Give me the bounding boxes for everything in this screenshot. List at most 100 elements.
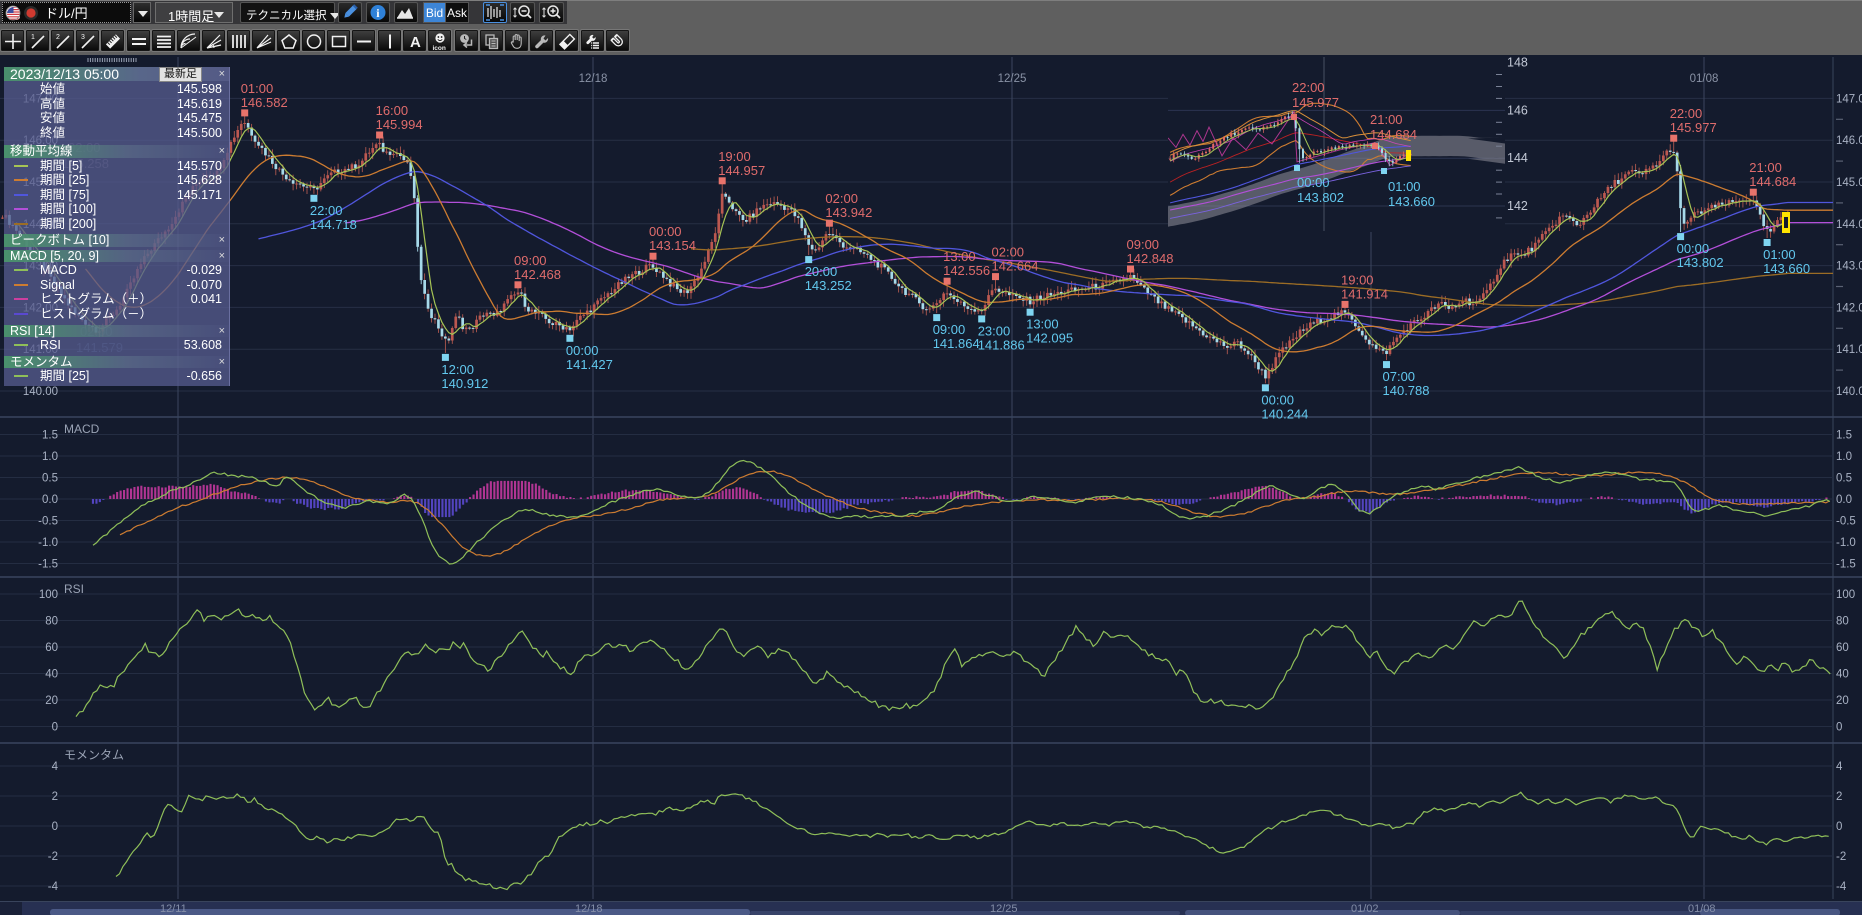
- svg-text:140.00: 140.00: [23, 386, 58, 398]
- svg-text:02:00: 02:00: [992, 245, 1025, 260]
- svg-text:07:00: 07:00: [1383, 369, 1416, 384]
- svg-text:0: 0: [1836, 722, 1842, 734]
- svg-text:13:00: 13:00: [1026, 317, 1059, 332]
- svg-text:icon: icon: [432, 45, 445, 51]
- svg-text:40: 40: [1836, 669, 1849, 681]
- svg-text:02:00: 02:00: [825, 191, 858, 206]
- svg-text:2: 2: [56, 34, 60, 41]
- svg-text:-1.0: -1.0: [1836, 537, 1856, 549]
- svg-text:2: 2: [1836, 791, 1842, 803]
- svg-text:143.00: 143.00: [1836, 261, 1862, 273]
- svg-text:145.994: 145.994: [376, 117, 423, 132]
- svg-text:0.5: 0.5: [1836, 473, 1852, 485]
- svg-text:16:00: 16:00: [376, 103, 409, 118]
- svg-text:142.664: 142.664: [992, 259, 1039, 274]
- svg-text:144.957: 144.957: [718, 163, 765, 178]
- svg-text:142.00: 142.00: [1836, 302, 1862, 314]
- svg-text:144.718: 144.718: [310, 217, 357, 232]
- svg-text:A: A: [410, 34, 421, 51]
- svg-text:-0.5: -0.5: [1836, 516, 1856, 528]
- svg-text:-2: -2: [48, 851, 58, 863]
- svg-text:1.5: 1.5: [42, 430, 58, 442]
- svg-text:143.154: 143.154: [649, 238, 696, 253]
- svg-text:09:00: 09:00: [933, 322, 966, 337]
- svg-text:01:00: 01:00: [241, 81, 274, 96]
- svg-text:1.0: 1.0: [1836, 451, 1852, 463]
- svg-text:-1.5: -1.5: [38, 559, 58, 571]
- svg-text:21:00: 21:00: [1370, 112, 1403, 127]
- svg-text:142: 142: [1507, 199, 1528, 213]
- svg-text:145.977: 145.977: [1292, 95, 1339, 110]
- svg-text:09:00: 09:00: [1127, 237, 1160, 252]
- svg-text:147.00: 147.00: [1836, 93, 1862, 105]
- svg-text:-0.5: -0.5: [38, 516, 58, 528]
- svg-text:144.684: 144.684: [1749, 174, 1796, 189]
- svg-text:1: 1: [31, 34, 35, 41]
- svg-text:01:00: 01:00: [1763, 247, 1796, 262]
- svg-text:-1.5: -1.5: [1836, 559, 1856, 571]
- svg-text:0: 0: [1836, 821, 1842, 833]
- svg-text:144.00: 144.00: [1836, 219, 1862, 231]
- svg-text:142.848: 142.848: [1127, 251, 1174, 266]
- svg-text:0: 0: [52, 722, 58, 734]
- svg-text:22:00: 22:00: [1670, 106, 1703, 121]
- svg-text:3: 3: [81, 34, 85, 41]
- svg-text:141.914: 141.914: [1341, 286, 1388, 301]
- svg-text:20: 20: [1836, 695, 1849, 707]
- svg-text:143.802: 143.802: [1677, 255, 1724, 270]
- svg-text:144.684: 144.684: [1370, 127, 1417, 142]
- svg-text:146: 146: [1507, 103, 1528, 117]
- svg-text:142.468: 142.468: [514, 267, 561, 282]
- svg-text:20: 20: [45, 695, 58, 707]
- svg-text:80: 80: [45, 616, 58, 628]
- svg-text:146.00: 146.00: [1836, 135, 1862, 147]
- svg-text:140.788: 140.788: [1383, 383, 1430, 398]
- svg-text:-2: -2: [1836, 851, 1846, 863]
- svg-text:モメンタム: モメンタム: [64, 748, 124, 762]
- svg-text:00:00: 00:00: [649, 224, 682, 239]
- svg-text:142.556: 142.556: [943, 263, 990, 278]
- svg-text:22:00: 22:00: [310, 203, 343, 218]
- svg-text:00:00: 00:00: [566, 343, 599, 358]
- svg-text:142.095: 142.095: [1026, 331, 1073, 346]
- svg-text:0.0: 0.0: [1836, 494, 1852, 506]
- svg-text:-1.0: -1.0: [38, 537, 58, 549]
- svg-text:146.582: 146.582: [241, 95, 288, 110]
- svg-text:12/25: 12/25: [998, 73, 1027, 85]
- svg-text:MACD: MACD: [64, 422, 100, 436]
- svg-text:23:00: 23:00: [978, 323, 1011, 338]
- svg-text:80: 80: [1836, 616, 1849, 628]
- svg-text:4: 4: [52, 761, 59, 773]
- svg-text:RSI: RSI: [64, 582, 84, 596]
- svg-text:1.0: 1.0: [42, 451, 58, 463]
- svg-text:0: 0: [52, 821, 58, 833]
- svg-text:0.5: 0.5: [42, 473, 58, 485]
- svg-text:2: 2: [52, 791, 58, 803]
- svg-text:12:00: 12:00: [441, 362, 474, 377]
- svg-text:143.660: 143.660: [1388, 194, 1435, 209]
- svg-text:141.886: 141.886: [978, 337, 1025, 352]
- svg-text:60: 60: [45, 642, 58, 654]
- svg-text:141.00: 141.00: [1836, 344, 1862, 356]
- svg-text:143.252: 143.252: [805, 278, 852, 293]
- svg-text:13:00: 13:00: [943, 249, 976, 264]
- svg-text:21:00: 21:00: [1749, 160, 1782, 175]
- svg-text:141.864: 141.864: [933, 336, 980, 351]
- svg-text:00:00: 00:00: [1677, 241, 1710, 256]
- svg-text:143.942: 143.942: [825, 205, 872, 220]
- svg-text:140.00: 140.00: [1836, 386, 1862, 398]
- svg-text:148: 148: [1507, 56, 1528, 70]
- svg-text:4: 4: [1836, 761, 1843, 773]
- svg-text:-4: -4: [48, 881, 59, 893]
- svg-text:140.912: 140.912: [441, 376, 488, 391]
- svg-text:60: 60: [1836, 642, 1849, 654]
- svg-text:20:00: 20:00: [805, 264, 838, 279]
- svg-text:143.660: 143.660: [1763, 261, 1810, 276]
- svg-text:22:00: 22:00: [1292, 80, 1325, 95]
- svg-text:145.00: 145.00: [1836, 177, 1862, 189]
- svg-text:144: 144: [1507, 151, 1528, 165]
- svg-text:140.244: 140.244: [1261, 406, 1308, 421]
- svg-text:01:00: 01:00: [1388, 179, 1421, 194]
- svg-text:19:00: 19:00: [1341, 272, 1374, 287]
- svg-text:12/18: 12/18: [579, 73, 608, 85]
